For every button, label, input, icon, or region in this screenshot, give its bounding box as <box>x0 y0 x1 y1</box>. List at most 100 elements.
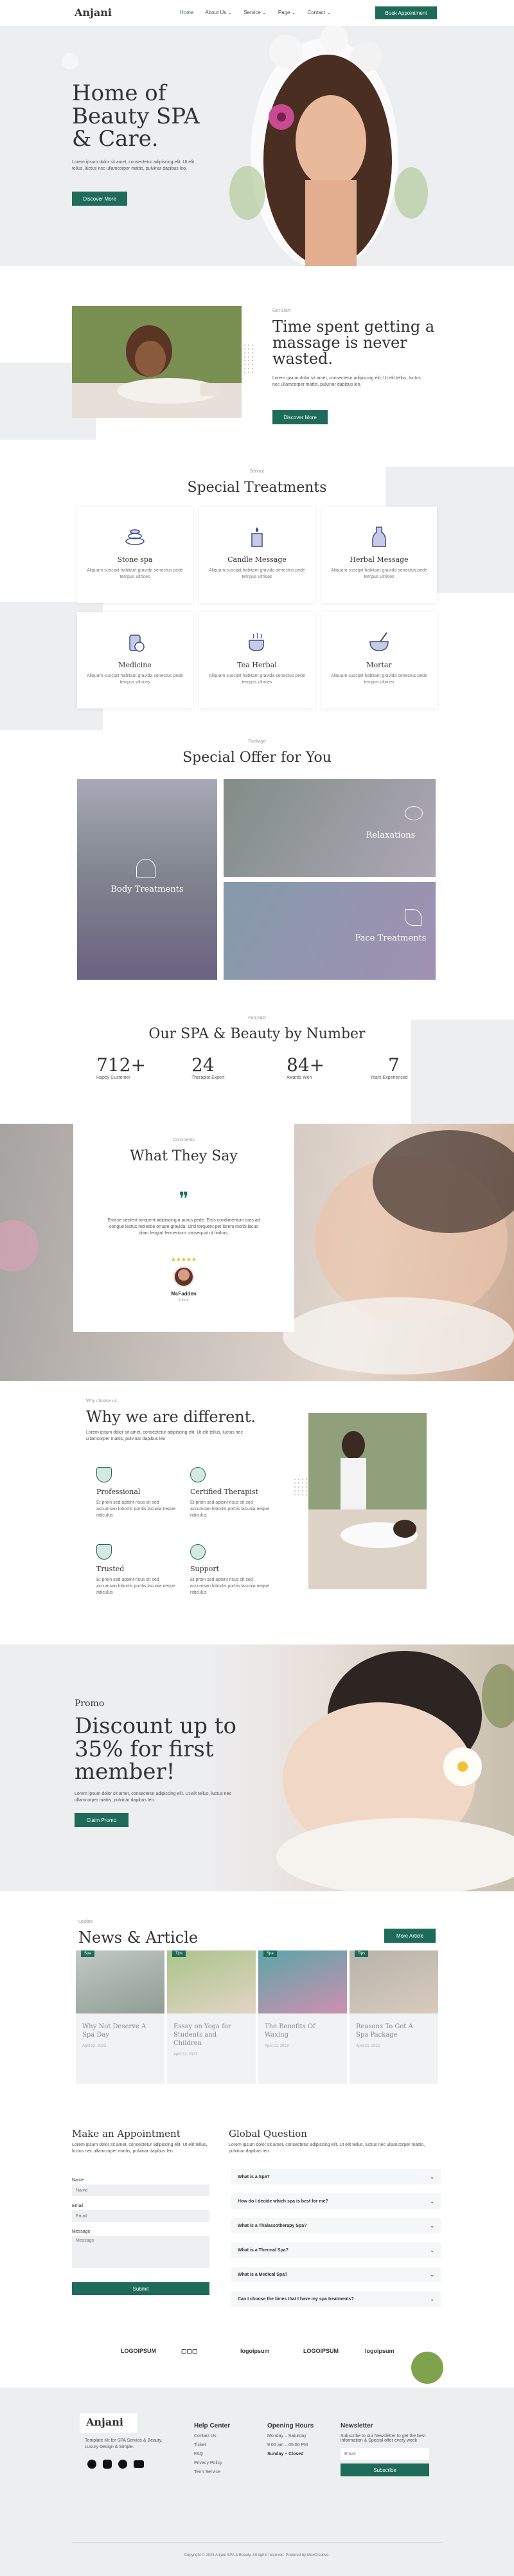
news-card[interactable]: Spa The Benefits Of Waxing April 22, 202… <box>258 1950 347 2084</box>
nav-service[interactable]: Service ⌄ <box>244 10 267 15</box>
news-tag: Spa <box>81 1950 94 1957</box>
news-tag: Spa <box>263 1950 277 1957</box>
message-input[interactable] <box>72 2236 209 2268</box>
testimonial-role: Client <box>179 1299 189 1302</box>
quote-icon: ❞ <box>179 1189 189 1209</box>
subscribe-button[interactable]: Subscribe <box>341 2463 429 2476</box>
footer-link[interactable]: Ticket <box>194 2443 230 2447</box>
faq-item[interactable]: What is a Spa? ⌄ <box>231 2169 441 2184</box>
feature-item: Certified Therapist Et proin sed aptent … <box>190 1467 274 1519</box>
hero-section: Home of Beauty SPA & Care. Lorem ipsum d… <box>0 26 514 266</box>
partner-logo: LOGOIPSUM <box>303 2348 339 2354</box>
about-text: Lorem ipsum dolor sit amet, consectetur … <box>272 376 421 388</box>
faq-question: What is a Thalassotherapy Spa? <box>238 2223 307 2228</box>
treatment-text: Aliquam suscipit habitant gravida senect… <box>209 674 305 685</box>
mortar-icon <box>369 632 389 651</box>
nav-home[interactable]: Home <box>180 10 193 15</box>
footer-brand: Anjani <box>86 2416 123 2428</box>
shield-check-icon <box>96 1467 112 1482</box>
submit-button[interactable]: Submit <box>72 2282 209 2295</box>
news-section: Update News & Article More Article Spa W… <box>0 1891 514 2110</box>
instagram-icon[interactable] <box>103 2460 112 2469</box>
footer-hours-title: Opening Hours <box>267 2422 314 2429</box>
chevron-down-icon: ⌄ <box>430 2198 434 2204</box>
stat-value: 24 <box>191 1054 215 1076</box>
youtube-icon[interactable] <box>134 2460 144 2468</box>
faq-item[interactable]: What is a Thalassotherapy Spa? ⌄ <box>231 2218 441 2233</box>
faq-item[interactable]: What is a Thermal Spa? ⌄ <box>231 2242 441 2258</box>
brand-logo[interactable]: Anjani <box>75 6 112 19</box>
claim-promo-button[interactable]: Claim Promo <box>75 1813 128 1827</box>
testimonial-card: Comments What They Say ❞ Erat se sectent… <box>73 1124 294 1332</box>
faq-item[interactable]: What is a Medical Spa? ⌄ <box>231 2267 441 2282</box>
feature-item: Trusted Et proin sed aptent risus sit se… <box>96 1544 180 1596</box>
tea-icon <box>249 633 264 651</box>
treatment-card[interactable]: Stone spa Aliquam suscipit habitant grav… <box>77 507 193 603</box>
faq-item[interactable]: How do I decide which spa is best for me… <box>231 2193 441 2209</box>
nav-about[interactable]: About Us ⌄ <box>205 10 232 15</box>
news-card[interactable]: Spa Why Not Deserve A Spa Day April 22, … <box>76 1950 164 2084</box>
news-card[interactable]: Tips Reasons To Get A Spa Package April … <box>350 1950 438 2084</box>
chevron-down-icon: ⌄ <box>430 2271 434 2278</box>
decor-flower-icon <box>62 53 78 69</box>
faq-item[interactable]: Can I choose the times that I have my sp… <box>231 2291 441 2307</box>
email-label: Email <box>72 2204 84 2208</box>
news-date: April 22, 2023 <box>82 2044 107 2048</box>
stones-icon <box>405 806 423 820</box>
offer-card-face[interactable]: Face Treatments <box>224 882 436 980</box>
faq-question: Can I choose the times that I have my sp… <box>238 2296 354 2301</box>
different-section: Why choose us Why we are different. Lore… <box>0 1381 514 1644</box>
news-card-title: The Benefits Of Waxing <box>265 2023 315 2039</box>
chevron-down-icon: ⌄ <box>430 2296 434 2302</box>
treatment-card[interactable]: Herbal Message Aliquam suscipit habitant… <box>321 507 437 603</box>
hero-discover-button[interactable]: Discover More <box>72 192 127 206</box>
news-card-title: Why Not Deserve A Spa Day <box>82 2023 146 2039</box>
offer-card-title: Relaxations <box>366 831 416 840</box>
leaf-icon <box>405 909 421 926</box>
about-title: Time spent getting a massage is never wa… <box>272 318 435 368</box>
nav-page[interactable]: Page ⌄ <box>278 10 296 15</box>
treatment-text: Aliquam suscipit habitant gravida senect… <box>209 568 305 580</box>
stat-label: Years Experienced <box>370 1076 408 1080</box>
stat-item: 712+ Happy Customer <box>96 1054 146 1080</box>
hero-title: Home of Beauty SPA & Care. <box>72 80 200 152</box>
footer-link[interactable]: Privacy Policy <box>194 2461 230 2465</box>
about-section: Get Start Time spent getting a massage i… <box>0 266 514 467</box>
footer-link[interactable]: FAQ <box>194 2452 230 2456</box>
offer-card-body[interactable]: Body Treatments <box>77 779 217 980</box>
footer-newsletter: Newsletter Subscribe to our Newsletter t… <box>341 2422 430 2476</box>
newsletter-email-input[interactable] <box>341 2448 429 2460</box>
partner-logo: logoipsum <box>365 2348 394 2354</box>
feature-title: Certified Therapist <box>190 1488 258 1496</box>
footer-tagline: Template Kit for SPA Service & Beauty. L… <box>85 2438 163 2450</box>
newsletter-text: Subscribe to our Newsletter to get the b… <box>341 2434 426 2443</box>
feature-text: Et proin sed aptent risus sit sed accums… <box>190 1500 269 1518</box>
offer-title: Special Offer for You <box>182 750 332 766</box>
facebook-icon[interactable] <box>87 2460 96 2469</box>
book-appointment-button[interactable]: Book Appointment <box>375 6 437 19</box>
herbal-bottle-icon <box>372 527 386 547</box>
feature-item: Professional Et proin sed aptent risus s… <box>96 1467 180 1519</box>
footer-link[interactable]: Contact Us <box>194 2434 230 2438</box>
news-label: Update <box>78 1920 93 1924</box>
treatment-card[interactable]: Tea Herbal Aliquam suscipit habitant gra… <box>199 612 315 708</box>
news-card[interactable]: Tips Essay on Yoga for Students and Chil… <box>167 1950 256 2084</box>
promo-text: Lorem ipsum dolor sit amet, consectetur … <box>75 1792 231 1803</box>
more-article-button[interactable]: More Article <box>384 1929 436 1943</box>
treatment-card[interactable]: Medicine Aliquam suscipit habitant gravi… <box>77 612 193 708</box>
header: Anjani Home About Us ⌄ Service ⌄ Page ⌄ … <box>0 0 514 26</box>
offer-overlay <box>224 882 436 980</box>
name-input[interactable] <box>72 2184 209 2196</box>
newsletter-title: Newsletter <box>341 2422 373 2429</box>
treatment-card[interactable]: Candle Message Aliquam suscipit habitant… <box>199 507 315 603</box>
about-discover-button[interactable]: Discover More <box>272 410 328 424</box>
offer-card-relax[interactable]: Relaxations <box>224 779 436 877</box>
treatment-card[interactable]: Mortar Aliquam suscipit habitant gravida… <box>321 612 437 708</box>
offer-overlay <box>224 779 436 877</box>
nav-contact[interactable]: Contact ⌄ <box>307 10 331 15</box>
twitter-icon[interactable] <box>118 2460 127 2469</box>
footer-link[interactable]: Term Service <box>194 2470 230 2474</box>
email-input[interactable] <box>72 2210 209 2222</box>
treatments-section: Service Special Treatments Stone spa Ali… <box>0 467 514 730</box>
faq-title: Global Question <box>229 2128 307 2139</box>
